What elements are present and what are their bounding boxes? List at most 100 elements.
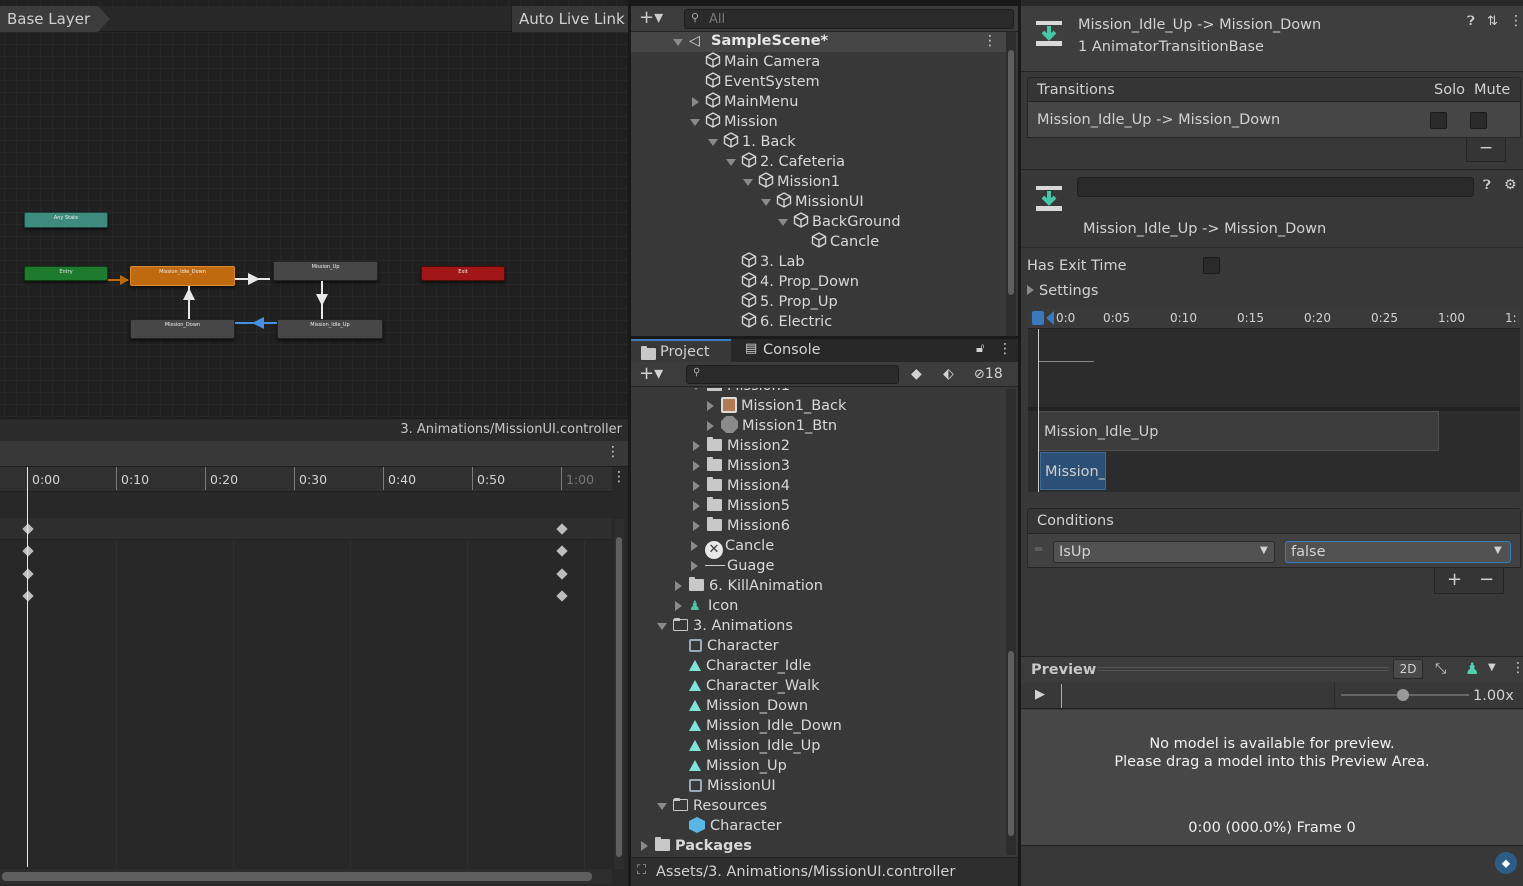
help-icon[interactable]: ❓︎ xyxy=(1467,15,1475,28)
clip-from-bar[interactable]: Mission_Idle_Up xyxy=(1038,411,1439,451)
project-item[interactable]: Mission_Idle_Down xyxy=(631,716,1006,736)
collapse-arrow-icon[interactable] xyxy=(657,803,667,810)
transition-playhead[interactable] xyxy=(1038,329,1039,492)
collapse-arrow-icon[interactable] xyxy=(690,119,700,126)
settings-gear-icon[interactable]: ⚙ xyxy=(1504,178,1517,192)
hierarchy-item[interactable]: MissionUI xyxy=(631,192,1006,212)
play-icon[interactable]: ▶ xyxy=(1035,688,1045,701)
project-item[interactable]: Mission2 xyxy=(631,436,1006,456)
asset-label-icon[interactable]: ⬥ xyxy=(1495,852,1517,874)
timeline-ruler[interactable]: 0:00 0:10 0:20 0:30 0:40 0:50 1:00 xyxy=(0,467,612,492)
add-icon[interactable]: +▾ xyxy=(639,9,663,27)
chevron-down-icon[interactable]: ▼ xyxy=(1488,663,1496,673)
collapse-arrow-icon[interactable] xyxy=(708,139,718,146)
hierarchy-scrollbar[interactable] xyxy=(1006,32,1016,336)
expand-arrow-icon[interactable] xyxy=(675,581,682,591)
preview-2d-button[interactable]: 2D xyxy=(1393,659,1423,679)
project-item[interactable]: Mission_Idle_Up xyxy=(631,736,1006,756)
transition-timeline[interactable]: 0:0 0:05 0:10 0:15 0:20 0:25 1:00 1: Mis… xyxy=(1028,309,1520,492)
project-item[interactable]: Mission3 xyxy=(631,456,1006,476)
pivot-icon[interactable]: ⤡ xyxy=(1435,662,1446,676)
project-item[interactable]: Mission_Down xyxy=(631,696,1006,716)
project-item[interactable]: Character xyxy=(631,636,1006,656)
expand-arrow-icon[interactable] xyxy=(693,461,700,471)
hierarchy-item[interactable]: Mission xyxy=(631,112,1006,132)
hierarchy-item[interactable]: BackGround xyxy=(631,212,1006,232)
project-item[interactable]: Guage xyxy=(631,556,1006,576)
project-item[interactable]: ✕ Cancle xyxy=(631,536,1006,559)
project-item[interactable]: Mission5 xyxy=(631,496,1006,516)
project-item[interactable]: Character xyxy=(631,816,1006,836)
expand-arrow-icon[interactable] xyxy=(693,501,700,511)
presets-icon[interactable]: ⇅ xyxy=(1487,15,1498,28)
preview-area[interactable]: No model is available for preview. Pleas… xyxy=(1021,710,1523,845)
lock-icon[interactable]: 🔓︎ xyxy=(976,342,984,355)
hierarchy-search-input[interactable]: ⚲ All xyxy=(684,9,1014,29)
collapse-arrow-icon[interactable] xyxy=(761,199,771,206)
playhead[interactable] xyxy=(27,467,28,867)
expand-arrow-icon[interactable] xyxy=(693,521,700,531)
project-scrollbar[interactable] xyxy=(1006,389,1016,855)
transition-ruler[interactable]: 0:0 0:05 0:10 0:15 0:20 0:25 1:00 1: xyxy=(1028,309,1520,329)
project-item[interactable]: Mission6 xyxy=(631,516,1006,536)
mute-checkbox[interactable] xyxy=(1470,112,1487,129)
expand-arrow-icon[interactable] xyxy=(693,441,700,451)
drag-handle-icon[interactable]: ═ xyxy=(1035,543,1042,555)
scene-row[interactable]: ◁ SampleScene* ⋮ xyxy=(631,32,1006,52)
project-item[interactable]: Character_Idle xyxy=(631,656,1006,676)
preview-menu-icon[interactable]: ⋮ xyxy=(1511,661,1523,675)
remove-transition-button[interactable]: − xyxy=(1466,138,1506,162)
collapse-arrow-icon[interactable] xyxy=(743,179,753,186)
project-item[interactable]: Resources xyxy=(631,796,1006,816)
condition-row[interactable]: ═ IsUp ▼ false ▼ xyxy=(1027,534,1521,568)
hierarchy-item[interactable]: 2. Cafeteria xyxy=(631,152,1006,172)
hierarchy-item[interactable]: 6. Electric xyxy=(631,312,1006,332)
hierarchy-item[interactable]: MainMenu xyxy=(631,92,1006,112)
speed-slider-thumb[interactable] xyxy=(1397,689,1409,701)
remove-condition-button[interactable]: − xyxy=(1479,571,1494,589)
project-item[interactable]: Mission1_Back xyxy=(631,396,1006,416)
has-exit-time-checkbox[interactable] xyxy=(1203,257,1220,274)
hierarchy-item[interactable]: Mission1 xyxy=(631,172,1006,192)
project-item[interactable]: 3. Animations xyxy=(631,616,1006,636)
collapse-arrow-icon[interactable] xyxy=(726,159,736,166)
animation-timeline[interactable]: ⋮ 0:00 0:10 0:20 0:30 0:40 0:50 1:00 ⋮ xyxy=(0,441,628,886)
project-item[interactable]: Packages xyxy=(631,836,1006,856)
tab-project[interactable]: Project xyxy=(631,339,731,362)
dopesheet[interactable] xyxy=(0,540,612,870)
condition-parameter-dropdown[interactable]: IsUp ▼ xyxy=(1053,541,1275,563)
project-item[interactable]: Character_Walk xyxy=(631,676,1006,696)
tab-console[interactable]: ▤ Console xyxy=(735,339,835,362)
horizontal-scrollbar[interactable] xyxy=(0,869,612,884)
project-item[interactable]: ♟ Icon xyxy=(631,596,1006,616)
project-item[interactable]: Mission4 xyxy=(631,476,1006,496)
timeline-scrollbar[interactable] xyxy=(614,519,624,869)
panel-menu-icon[interactable]: ⋮ xyxy=(998,342,1012,356)
collapse-arrow-icon[interactable] xyxy=(778,219,788,226)
transition-start-handle[interactable] xyxy=(1046,311,1054,325)
filter-by-type-icon[interactable]: ◆ xyxy=(911,367,922,381)
add-condition-button[interactable]: + xyxy=(1447,571,1462,589)
expand-arrow-icon[interactable] xyxy=(693,481,700,491)
project-item[interactable]: 6. KillAnimation xyxy=(631,576,1006,596)
start-marker[interactable] xyxy=(1032,311,1044,325)
hierarchy-item[interactable]: 5. Prop_Up xyxy=(631,292,1006,312)
expand-arrow-icon[interactable] xyxy=(707,401,714,411)
transition-name-field[interactable] xyxy=(1077,177,1474,197)
expand-arrow-icon[interactable] xyxy=(641,841,648,851)
hierarchy-item[interactable]: Cancle xyxy=(631,232,1006,252)
hierarchy-item[interactable]: 1. Back xyxy=(631,132,1006,152)
ruler-menu-icon[interactable]: ⋮ xyxy=(612,470,626,484)
scene-menu-icon[interactable]: ⋮ xyxy=(983,34,997,48)
hierarchy-item[interactable]: EventSystem xyxy=(631,72,1006,92)
expand-arrow-icon[interactable] xyxy=(675,601,682,611)
hierarchy-item[interactable]: 3. Lab xyxy=(631,252,1006,272)
project-item[interactable]: Mission1_Btn xyxy=(631,416,1006,436)
avatar-icon[interactable]: ♟ xyxy=(1465,661,1479,677)
project-search-input[interactable]: ⚲ xyxy=(686,365,899,384)
help-icon[interactable]: ❓︎ xyxy=(1483,179,1491,192)
collapse-arrow-icon[interactable] xyxy=(657,623,667,630)
filter-by-label-icon[interactable]: ⬖ xyxy=(943,367,954,381)
hierarchy-item[interactable]: 4. Prop_Down xyxy=(631,272,1006,292)
hierarchy-item[interactable]: Main Camera xyxy=(631,52,1006,72)
